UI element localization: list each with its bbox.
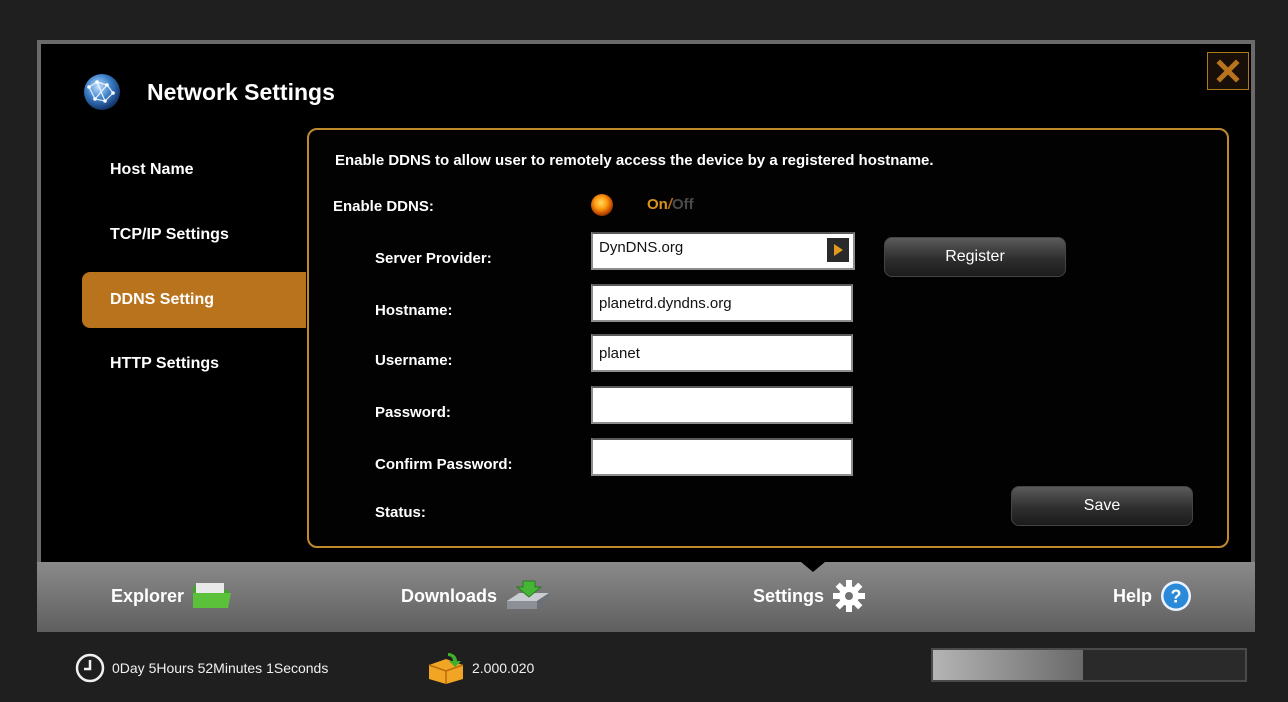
tab-downloads[interactable]: Downloads — [401, 578, 551, 614]
enable-ddns-label: Enable DDNS: — [333, 198, 434, 215]
tab-help[interactable]: Help ? — [1113, 578, 1192, 614]
server-provider-label: Server Provider: — [375, 250, 492, 267]
toggle-off-label[interactable]: Off — [672, 196, 694, 213]
chevron-right-icon — [834, 244, 843, 256]
version-text: 2.000.020 — [472, 660, 535, 676]
version-display: 2.000.020 — [426, 650, 534, 686]
sidebar-item-label: HTTP Settings — [110, 355, 220, 372]
progress-fill — [933, 650, 1083, 680]
title-bar: Network Settings — [83, 72, 335, 112]
hostname-input[interactable] — [591, 284, 853, 322]
tab-settings[interactable]: Settings — [753, 578, 866, 614]
server-provider-value: DynDNS.org — [599, 239, 684, 256]
save-button[interactable]: Save — [1011, 486, 1193, 526]
enable-ddns-toggle[interactable]: On/Off — [647, 196, 694, 213]
svg-text:?: ? — [1171, 587, 1182, 607]
clock-icon — [75, 653, 105, 683]
progress-bar — [931, 648, 1247, 682]
sidebar-item-http-settings[interactable]: HTTP Settings — [82, 336, 306, 392]
help-icon: ? — [1161, 581, 1192, 611]
sidebar-item-label: DDNS Setting — [110, 291, 214, 308]
gear-icon — [833, 580, 866, 612]
ddns-settings-panel: Enable DDNS to allow user to remotely ac… — [307, 128, 1229, 548]
uptime-display: 0Day 5Hours 52Minutes 1Seconds — [74, 650, 328, 686]
status-label: Status: — [375, 504, 426, 521]
password-input[interactable] — [591, 386, 853, 424]
network-settings-window: Network Settings Host Name TCP/IP Settin… — [37, 40, 1255, 562]
hostname-label: Hostname: — [375, 302, 453, 319]
bottom-nav-bar: Explorer Downloads Settings Help ? — [37, 562, 1255, 632]
page-title: Network Settings — [147, 78, 335, 105]
username-label: Username: — [375, 352, 453, 369]
tab-downloads-label: Downloads — [401, 585, 498, 606]
sidebar-item-ddns-setting[interactable]: DDNS Setting — [82, 272, 306, 328]
close-button[interactable] — [1207, 52, 1249, 90]
globe-icon — [84, 74, 120, 110]
download-icon — [507, 580, 550, 609]
tab-explorer[interactable]: Explorer — [111, 578, 232, 614]
select-arrow-button[interactable] — [827, 238, 849, 262]
username-input[interactable] — [591, 334, 853, 372]
server-provider-select[interactable]: DynDNS.org — [591, 232, 855, 270]
sidebar-item-label: TCP/IP Settings — [110, 226, 229, 243]
sidebar-item-tcpip-settings[interactable]: TCP/IP Settings — [82, 207, 306, 263]
enable-ddns-radio[interactable] — [591, 194, 613, 216]
close-icon — [1216, 59, 1240, 83]
confirm-password-input[interactable] — [591, 438, 853, 476]
package-icon — [428, 653, 464, 684]
folder-icon — [193, 583, 232, 608]
tab-help-label: Help — [1113, 585, 1153, 606]
active-tab-indicator — [801, 562, 825, 572]
register-button[interactable]: Register — [884, 237, 1066, 277]
tab-explorer-label: Explorer — [111, 585, 185, 606]
sidebar-item-label: Host Name — [110, 161, 194, 178]
ddns-description: Enable DDNS to allow user to remotely ac… — [335, 152, 934, 169]
tab-settings-label: Settings — [753, 585, 825, 606]
sidebar-item-host-name[interactable]: Host Name — [82, 142, 306, 198]
password-label: Password: — [375, 404, 451, 421]
confirm-password-label: Confirm Password: — [375, 456, 513, 473]
uptime-text: 0Day 5Hours 52Minutes 1Seconds — [112, 660, 329, 676]
toggle-on-label[interactable]: On — [647, 196, 668, 213]
